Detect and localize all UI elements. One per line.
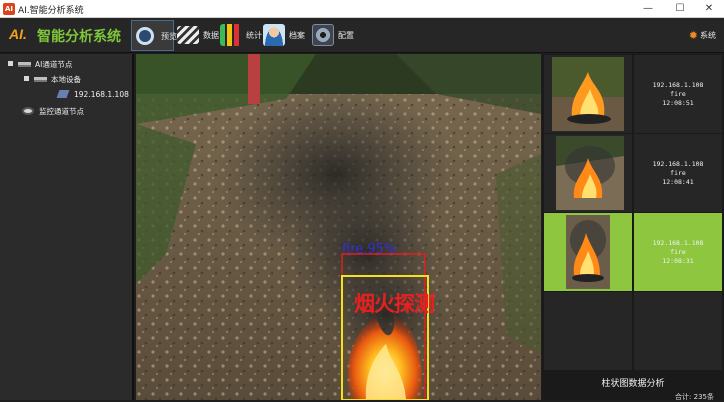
alert-panel: 192.168.1.108 fire 12:08:51 192.168.1.108 f… [542,54,724,401]
minimize-button[interactable]: — [633,0,663,18]
toolbar-button-label: 配置 [338,31,354,40]
alert-ip: 192.168.1.108 [652,160,704,168]
config-gear-icon [312,24,334,46]
alert-info-cell: 192.168.1.108 fire 12:08:51 [634,55,722,133]
tree-node-label: 192.168.1.108 [74,90,129,99]
alert-thumbnail-cell [544,134,632,212]
camera-icon [56,90,70,98]
alert-thumbnail-cell [544,55,632,133]
tree-node-label: 本地设备 [51,75,81,84]
video-preview[interactable]: fire,95% 烟火探测 [136,54,541,400]
logo: AI. [9,26,27,42]
tree-node-camera[interactable]: 192.168.1.108 [56,90,129,99]
alert-type: fire [670,169,686,177]
profile-icon [263,24,285,46]
tree-expander-icon[interactable] [24,76,29,81]
chart-title: 柱状图数据分析 [601,379,665,389]
toolbar-button-data[interactable]: 数据 [174,20,219,51]
app-name: 智能分析系统 [37,29,121,45]
clapper-icon [177,26,199,44]
alert-thumbnail [556,136,624,210]
device-tree-panel: AI通道节点 本地设备 192.168.1.108 监控通道节点 [0,54,134,400]
empty-cell [634,292,722,370]
tree-expander-icon[interactable] [8,61,13,66]
empty-cell [544,292,632,370]
alert-item-selected[interactable]: 192.168.1.108 fire 12:08:31 [542,213,724,291]
device-icon [34,77,47,82]
device-icon [18,62,31,67]
alert-thumbnail-cell [544,213,632,291]
alert-ip: 192.168.1.108 [652,239,704,247]
alert-thumbnail [552,57,624,131]
alert-overlay-text: 烟火探测 [354,292,435,316]
tree-node-local-device[interactable]: 本地设备 [24,74,81,85]
record-total: 合计: 235条 [675,393,714,401]
eye-icon [22,107,34,115]
gear-icon: ✹ [688,29,698,42]
alert-item-empty [542,292,724,370]
alert-item[interactable]: 192.168.1.108 fire 12:08:51 [542,55,724,133]
camera-frame [136,54,541,400]
alert-item[interactable]: 192.168.1.108 fire 12:08:41 [542,134,724,212]
system-menu[interactable]: ✹ 系统 [689,29,716,42]
detection-label: fire,95% [342,242,397,257]
bar-chart-icon [220,24,242,46]
toolbar-button-profile[interactable]: 档案 [260,20,308,51]
tree-node-label: 监控通道节点 [39,107,84,116]
alert-type: fire [670,90,686,98]
toolbar-button-label: 档案 [289,31,305,40]
toolbar-button-config[interactable]: 配置 [309,20,359,51]
tree-node-label: AI通道节点 [35,60,73,69]
preview-icon [136,27,154,45]
tree-node-monitor-channels[interactable]: 监控通道节点 [22,106,84,117]
alert-time: 12:08:51 [662,99,694,107]
title-bar: AI AI.智能分析系统 — ☐ ✕ [0,0,724,18]
alert-info-cell: 192.168.1.108 fire 12:08:41 [634,134,722,212]
tree-node-ai-channels[interactable]: AI通道节点 [8,59,72,70]
alert-time: 12:08:41 [662,178,694,186]
maximize-button[interactable]: ☐ [665,0,695,18]
alert-info-cell: 192.168.1.108 fire 12:08:31 [634,213,722,291]
alert-time: 12:08:31 [662,257,694,265]
toolbar-button-preview[interactable]: 预览 [131,20,177,51]
window-title: AI.智能分析系统 [18,6,84,16]
app-icon: AI [3,3,15,15]
main-toolbar: AI. 智能分析系统 预览 数据 统计 档案 配置 ✹ 系统 [0,18,724,53]
close-button[interactable]: ✕ [694,0,724,18]
alert-ip: 192.168.1.108 [652,81,704,89]
alert-thumbnail [566,215,610,289]
system-label: 系统 [700,31,716,40]
toolbar-button-stats[interactable]: 统计 [217,20,262,51]
alert-type: fire [670,248,686,256]
